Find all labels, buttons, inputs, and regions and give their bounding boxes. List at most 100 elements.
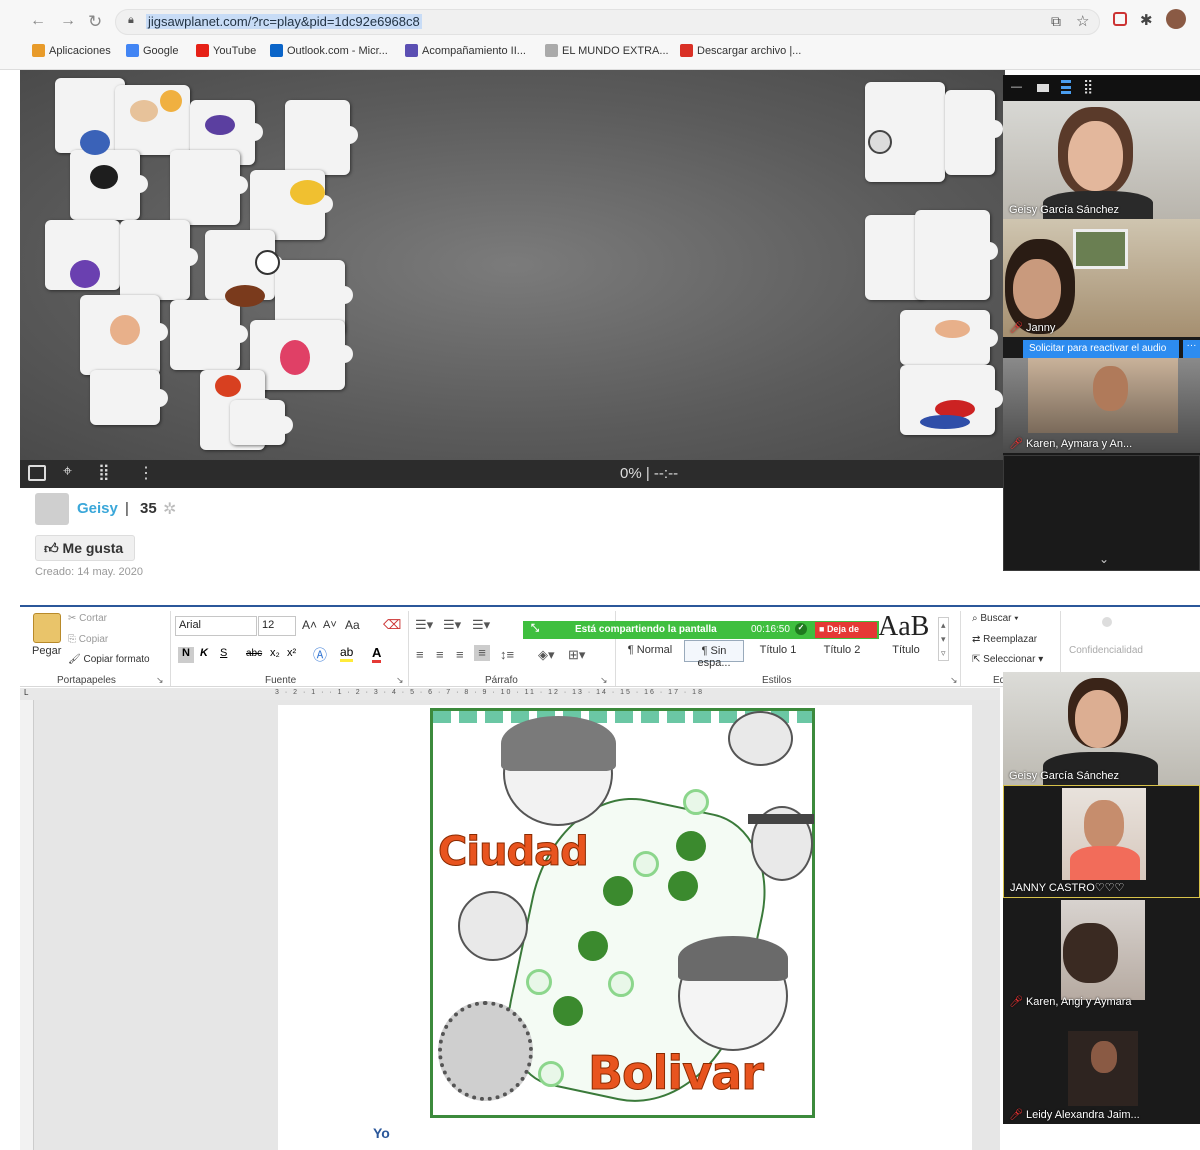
horizontal-ruler[interactable]: L 3 · 2 · 1 · · 1 · 2 · 3 · 4 · 5 · 6 · …: [20, 688, 1000, 700]
puzzle-piece[interactable]: [170, 150, 248, 225]
underline-button[interactable]: S: [220, 647, 227, 659]
video-tile-active[interactable]: JANNY CASTRO♡♡♡: [1003, 785, 1200, 898]
request-unmute-banner[interactable]: Solicitar para reactivar el audio: [1023, 340, 1179, 358]
align-right-icon[interactable]: ≡: [456, 647, 464, 662]
style-item[interactable]: Título 2: [812, 640, 872, 662]
paste-button[interactable]: Pegar: [32, 645, 61, 657]
bold-button[interactable]: N: [178, 647, 194, 663]
puzzle-piece[interactable]: [230, 400, 293, 445]
line-spacing-icon[interactable]: ↕≡: [500, 647, 514, 662]
jigsaw-canvas[interactable]: [20, 70, 1005, 460]
dialog-launcher-icon[interactable]: ↘: [396, 675, 404, 686]
video-tile[interactable]: Geisy García Sánchez: [1003, 101, 1200, 219]
styles-scroll[interactable]: ▴ ▾ ▿: [938, 617, 949, 661]
chevron-down-icon[interactable]: ⌄: [1099, 552, 1109, 566]
ghost-icon[interactable]: ⌖: [63, 463, 72, 481]
url-text[interactable]: jigsawplanet.com/?rc=play&pid=1dc92e6968…: [146, 14, 422, 29]
video-tile[interactable]: 🎤︎ Karen, Aymara y An...: [1003, 358, 1200, 453]
speaker-view-icon[interactable]: [1061, 80, 1071, 94]
drag-handle-icon[interactable]: ⤡: [531, 623, 539, 634]
font-size-select[interactable]: 12: [258, 616, 296, 636]
puzzle-piece[interactable]: [915, 210, 998, 300]
font-color-icon[interactable]: A: [372, 645, 382, 663]
star-icon[interactable]: ☆: [1076, 12, 1089, 30]
puzzle-piece[interactable]: [285, 100, 358, 175]
subscript-button[interactable]: x₂: [270, 647, 280, 659]
pieces-grid-icon[interactable]: ⣿: [98, 462, 110, 482]
puzzle-extension-icon[interactable]: ✱: [1140, 11, 1153, 29]
bookmark-4[interactable]: Acompañamiento II...: [405, 44, 526, 57]
cut-button[interactable]: ✂ Cortar: [68, 613, 107, 624]
profile-avatar[interactable]: [1166, 9, 1186, 29]
back-icon[interactable]: ←: [30, 12, 46, 30]
borders-icon[interactable]: ⊞▾: [568, 647, 585, 663]
bookmark-6[interactable]: Descargar archivo |...: [680, 44, 801, 57]
style-item[interactable]: Título: [876, 640, 936, 662]
shrink-font-icon[interactable]: A˅: [323, 619, 337, 631]
reload-icon[interactable]: ↻: [88, 12, 102, 32]
avatar[interactable]: [35, 493, 69, 525]
translate-icon[interactable]: ⧉: [1051, 13, 1061, 30]
tab-selector-icon[interactable]: L: [24, 688, 28, 697]
numbering-icon[interactable]: ☰▾: [443, 617, 461, 633]
sensitivity-icon[interactable]: [1102, 617, 1112, 627]
puzzle-piece[interactable]: [170, 300, 248, 370]
bookmark-3[interactable]: Outlook.com - Micr...: [270, 44, 388, 57]
dialog-launcher-icon[interactable]: ↘: [600, 675, 608, 686]
video-tile[interactable]: 🎤︎ Karen, Angi y Aymara: [1003, 898, 1200, 1011]
video-tile[interactable]: 🎤︎ Leidy Alexandra Jaim...: [1003, 1011, 1200, 1124]
image-icon[interactable]: [28, 465, 46, 481]
more-options-icon[interactable]: ⋮: [138, 463, 154, 483]
sensitivity-button[interactable]: Confidencialidad: [1069, 645, 1143, 656]
justify-icon[interactable]: ≡: [474, 645, 490, 661]
video-tile[interactable]: Geisy García Sánchez: [1003, 672, 1200, 785]
shading-icon[interactable]: ◈▾: [538, 647, 555, 663]
align-center-icon[interactable]: ≡: [436, 647, 444, 662]
grow-font-icon[interactable]: A˄: [302, 618, 317, 632]
puzzle-piece[interactable]: [90, 370, 168, 425]
username-link[interactable]: Geisy: [77, 500, 118, 517]
align-left-icon[interactable]: ≡: [416, 647, 424, 662]
italic-button[interactable]: K: [200, 647, 208, 659]
address-bar[interactable]: 🔒︎ jigsawplanet.com/?rc=play&pid=1dc92e6…: [115, 9, 1100, 35]
bookmark-2[interactable]: YouTube: [196, 44, 256, 57]
font-name-select[interactable]: Arial: [175, 616, 257, 636]
bookmark-1[interactable]: Google: [126, 44, 178, 57]
style-item[interactable]: Título 1: [748, 640, 808, 662]
document-caption[interactable]: Yo: [373, 1125, 390, 1141]
video-tile[interactable]: 🎤︎ Janny: [1003, 219, 1200, 337]
style-preview[interactable]: AaB: [878, 611, 929, 643]
gallery-view-icon[interactable]: ⣿: [1083, 78, 1093, 95]
extension-icon[interactable]: [1113, 12, 1127, 26]
replace-button[interactable]: ⇄ Reemplazar: [972, 634, 1037, 645]
select-button[interactable]: ⇱ Seleccionar ▾: [972, 654, 1043, 665]
video-tile-empty[interactable]: ⌄: [1003, 455, 1200, 571]
dialog-launcher-icon[interactable]: ↘: [950, 675, 958, 686]
paste-icon[interactable]: [33, 613, 61, 643]
like-button[interactable]: 👍︎ Me gusta: [35, 535, 135, 561]
superscript-button[interactable]: x²: [287, 647, 296, 659]
bookmark-0[interactable]: Aplicaciones: [32, 44, 111, 57]
clear-format-icon[interactable]: ⌫: [383, 617, 401, 633]
style-item[interactable]: ¶ Sin espa...: [684, 640, 744, 669]
screen-share-bar[interactable]: ⤡ Está compartiendo la pantalla 00:16:50…: [523, 621, 879, 639]
thumbnail-view-icon[interactable]: [1037, 84, 1049, 92]
format-painter-button[interactable]: 🖌︎ Copiar formato: [68, 654, 150, 665]
document-image[interactable]: Ciudad Bolivar: [430, 708, 815, 1122]
highlight-icon[interactable]: ab: [340, 645, 354, 662]
text-effects-icon[interactable]: Ⓐ: [313, 645, 327, 665]
multilevel-list-icon[interactable]: ☰▾: [472, 617, 490, 633]
stop-share-button[interactable]: ■ Deja de: [815, 622, 877, 638]
style-item[interactable]: ¶ Normal: [620, 640, 680, 662]
find-button[interactable]: ⌕ Buscar ▾: [972, 613, 1019, 624]
change-case-button[interactable]: Aa: [345, 618, 360, 632]
bookmark-5[interactable]: EL MUNDO EXTRA...: [545, 44, 669, 57]
strikethrough-button[interactable]: abc: [246, 648, 262, 659]
dialog-launcher-icon[interactable]: ↘: [156, 675, 164, 686]
puzzle-piece[interactable]: [900, 310, 998, 365]
puzzle-piece[interactable]: [120, 220, 198, 300]
puzzle-piece[interactable]: [945, 90, 1003, 175]
bullets-icon[interactable]: ☰▾: [415, 617, 433, 633]
minimize-icon[interactable]: —: [1011, 81, 1022, 93]
vertical-ruler[interactable]: [20, 700, 34, 1150]
